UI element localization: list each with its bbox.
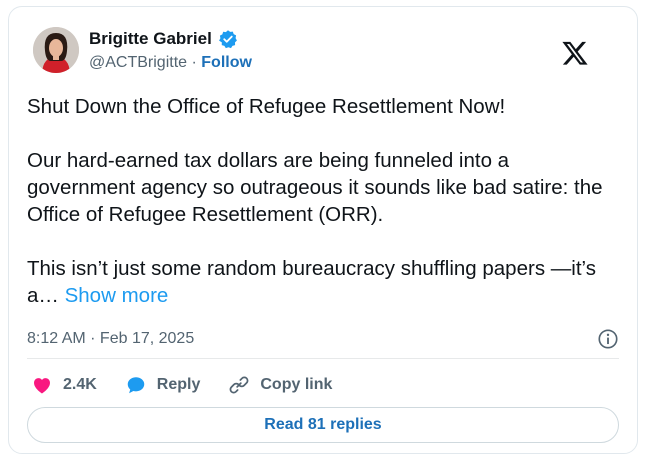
show-more-link[interactable]: Show more [65,284,169,307]
info-icon[interactable] [597,328,619,350]
author-handle[interactable]: @ACTBrigitte [89,54,187,71]
author-handle-row: @ACTBrigitte · Follow [89,54,252,72]
tweet-paragraph: Shut Down the Office of Refugee Resettle… [27,95,506,118]
tweet-paragraph-last: This isn’t just some random bureaucracy … [27,255,621,309]
like-count: 2.4K [63,376,97,393]
author-name-row: Brigitte Gabriel [89,29,238,49]
link-icon [228,374,250,396]
avatar[interactable] [33,27,79,73]
tweet-paragraph: Our hard-earned tax dollars are being fu… [27,149,603,226]
tweet-card: Brigitte Gabriel @ACTBrigitte · Follow S… [8,6,638,454]
copy-link-label: Copy link [260,376,333,393]
read-replies-button[interactable]: Read 81 replies [27,407,619,443]
tweet-meta: 8:12 AM · Feb 17, 2025 [27,324,619,354]
author-name[interactable]: Brigitte Gabriel [89,29,212,49]
copy-link-button[interactable]: Copy link [228,374,332,396]
follow-button[interactable]: Follow [201,54,252,71]
reply-label: Reply [156,376,201,393]
tweet-body: Shut Down the Office of Refugee Resettle… [27,93,621,309]
heart-icon [31,374,53,396]
handle-separator: · [191,54,197,71]
x-logo-icon[interactable] [561,39,589,67]
reply-button[interactable]: Reply [125,374,201,396]
tweet-timestamp[interactable]: 8:12 AM · Feb 17, 2025 [27,330,194,348]
divider [27,358,619,359]
tweet-header: Brigitte Gabriel @ACTBrigitte · Follow [27,21,607,81]
like-button[interactable]: 2.4K [31,374,97,396]
verified-badge-icon [218,29,238,49]
speech-bubble-icon [125,374,147,396]
tweet-actions: 2.4K Reply Copy link [31,367,332,403]
